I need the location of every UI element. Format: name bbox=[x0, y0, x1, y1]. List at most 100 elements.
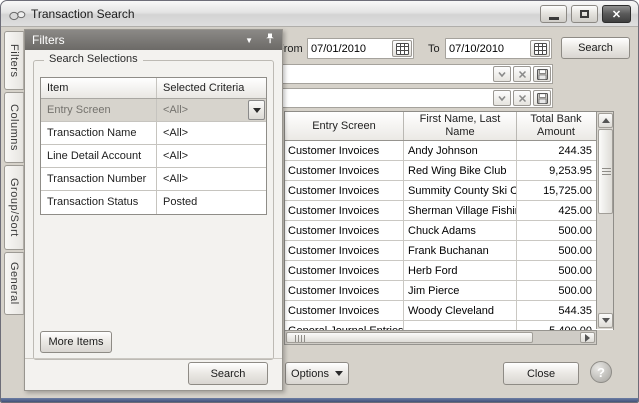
cell-name: Frank Buchanan bbox=[404, 241, 517, 260]
chevron-down-icon bbox=[253, 108, 261, 113]
scroll-down-button[interactable] bbox=[598, 313, 613, 328]
table-row[interactable]: Customer Invoices Sherman Village Fishin… bbox=[285, 201, 613, 221]
thumb-grip bbox=[602, 168, 611, 177]
save-floppy-icon bbox=[537, 93, 548, 104]
from-calendar-button[interactable] bbox=[392, 40, 412, 57]
close-window-button[interactable]: ✕ bbox=[602, 5, 631, 23]
chevron-down-icon bbox=[335, 371, 343, 376]
search-button-main[interactable]: Search bbox=[561, 37, 630, 59]
filter-row-transaction-number[interactable]: Transaction Number <All> bbox=[41, 168, 266, 191]
clear-button[interactable] bbox=[513, 90, 531, 106]
from-date-field[interactable] bbox=[307, 38, 414, 59]
cell-entry-screen: Customer Invoices bbox=[285, 181, 404, 200]
vertical-scrollbar[interactable] bbox=[596, 112, 613, 329]
filter-row-transaction-status[interactable]: Transaction Status Posted bbox=[41, 191, 266, 214]
tab-columns[interactable]: Columns bbox=[4, 92, 24, 163]
cell-entry-screen: Customer Invoices bbox=[285, 141, 404, 160]
save-button[interactable] bbox=[533, 66, 551, 82]
cell-amount: 5,400.00 bbox=[517, 321, 595, 330]
help-button[interactable]: ? bbox=[590, 361, 612, 383]
cell-name: Chuck Adams bbox=[404, 221, 517, 240]
saved-search-input-2[interactable] bbox=[275, 91, 475, 105]
filter-grid-header: Item Selected Criteria bbox=[41, 78, 266, 99]
saved-search-field-2[interactable] bbox=[271, 88, 553, 108]
cell-amount: 544.35 bbox=[517, 301, 595, 320]
to-date-field[interactable] bbox=[445, 38, 552, 59]
vertical-scroll-thumb[interactable] bbox=[598, 129, 613, 214]
table-row[interactable]: General Journal Entries 5,400.00 bbox=[285, 321, 613, 330]
pin-icon[interactable] bbox=[265, 31, 275, 49]
filters-panel-header[interactable]: Filters ▼ bbox=[25, 30, 282, 50]
panel-separator bbox=[25, 358, 282, 359]
cell-entry-screen: Customer Invoices bbox=[285, 281, 404, 300]
close-button[interactable]: Close bbox=[503, 362, 579, 385]
dropdown-button[interactable] bbox=[493, 90, 511, 106]
save-button[interactable] bbox=[533, 90, 551, 106]
cell-amount: 15,725.00 bbox=[517, 181, 595, 200]
filters-search-button[interactable]: Search bbox=[188, 362, 268, 385]
table-row[interactable]: Customer Invoices Red Wing Bike Club 9,2… bbox=[285, 161, 613, 181]
calendar-icon bbox=[534, 43, 547, 55]
to-label: To bbox=[428, 43, 440, 55]
criteria-column-header: Selected Criteria bbox=[157, 78, 266, 98]
cell-amount: 500.00 bbox=[517, 261, 595, 280]
criteria-dropdown-button[interactable] bbox=[248, 100, 265, 120]
cell-name: Summity County Ski Club bbox=[404, 181, 517, 200]
tab-general[interactable]: General bbox=[4, 252, 24, 315]
cell-name: Woody Cleveland bbox=[404, 301, 517, 320]
transaction-search-window: Transaction Search ✕ Filters Columns Gro… bbox=[0, 0, 639, 403]
panel-menu-chevron-icon[interactable]: ▼ bbox=[245, 36, 253, 45]
cell-name: Sherman Village Fishing C bbox=[404, 201, 517, 220]
arrow-down-icon bbox=[602, 318, 610, 323]
cell-entry-screen: Customer Invoices bbox=[285, 241, 404, 260]
table-row[interactable]: Customer Invoices Jim Pierce 500.00 bbox=[285, 281, 613, 301]
window-bottom-edge bbox=[1, 398, 638, 402]
filter-row-entry-screen[interactable]: Entry Screen <All> bbox=[41, 99, 266, 122]
app-search-icon bbox=[9, 8, 26, 26]
table-header-row: Entry Screen First Name, Last Name Total… bbox=[285, 112, 613, 141]
cell-name: Red Wing Bike Club bbox=[404, 161, 517, 180]
column-header-total-bank-amount[interactable]: Total Bank Amount bbox=[517, 112, 595, 140]
from-date-input[interactable] bbox=[311, 41, 389, 56]
dropdown-button[interactable] bbox=[493, 66, 511, 82]
table-row[interactable]: Customer Invoices Woody Cleveland 544.35 bbox=[285, 301, 613, 321]
cell-amount: 500.00 bbox=[517, 241, 595, 260]
table-row[interactable]: Customer Invoices Andy Johnson 244.35 bbox=[285, 141, 613, 161]
table-row[interactable]: Customer Invoices Frank Buchanan 500.00 bbox=[285, 241, 613, 261]
saved-search-input-1[interactable] bbox=[275, 67, 475, 81]
saved-search-field-1[interactable] bbox=[271, 64, 553, 84]
minimize-button[interactable] bbox=[540, 5, 567, 23]
maximize-icon bbox=[580, 10, 589, 18]
table-row[interactable]: Customer Invoices Herb Ford 500.00 bbox=[285, 261, 613, 281]
title-bar[interactable]: Transaction Search ✕ bbox=[1, 1, 638, 27]
scroll-up-button[interactable] bbox=[598, 113, 613, 128]
filter-row-line-detail-account[interactable]: Line Detail Account <All> bbox=[41, 145, 266, 168]
to-calendar-button[interactable] bbox=[530, 40, 550, 57]
horizontal-scroll-thumb[interactable] bbox=[286, 332, 533, 343]
chevron-down-icon bbox=[497, 94, 507, 102]
horizontal-scrollbar[interactable] bbox=[284, 330, 597, 345]
cell-amount: 500.00 bbox=[517, 221, 595, 240]
tab-filters[interactable]: Filters bbox=[4, 31, 24, 90]
filter-row-transaction-name[interactable]: Transaction Name <All> bbox=[41, 122, 266, 145]
scroll-right-button[interactable] bbox=[580, 332, 595, 343]
to-date-input[interactable] bbox=[449, 41, 527, 56]
tab-group-sort[interactable]: Group/Sort bbox=[4, 165, 24, 250]
group-title: Search Selections bbox=[44, 53, 143, 65]
window-title: Transaction Search bbox=[31, 7, 135, 21]
clear-button[interactable] bbox=[513, 66, 531, 82]
results-table: Entry Screen First Name, Last Name Total… bbox=[284, 111, 614, 330]
filters-panel: Filters ▼ Search Selections Item Selecte… bbox=[24, 29, 283, 391]
arrow-right-icon bbox=[585, 334, 590, 342]
table-row[interactable]: Customer Invoices Summity County Ski Clu… bbox=[285, 181, 613, 201]
column-header-entry-screen[interactable]: Entry Screen bbox=[285, 112, 404, 140]
table-row[interactable]: Customer Invoices Chuck Adams 500.00 bbox=[285, 221, 613, 241]
options-button[interactable]: Options bbox=[285, 362, 349, 385]
save-floppy-icon bbox=[537, 69, 548, 80]
column-header-name[interactable]: First Name, Last Name bbox=[404, 112, 517, 140]
maximize-button[interactable] bbox=[571, 5, 598, 23]
clear-x-icon bbox=[518, 94, 527, 103]
thumb-grip bbox=[295, 335, 305, 342]
more-items-button[interactable]: More Items bbox=[40, 331, 112, 353]
cell-name bbox=[404, 321, 517, 330]
